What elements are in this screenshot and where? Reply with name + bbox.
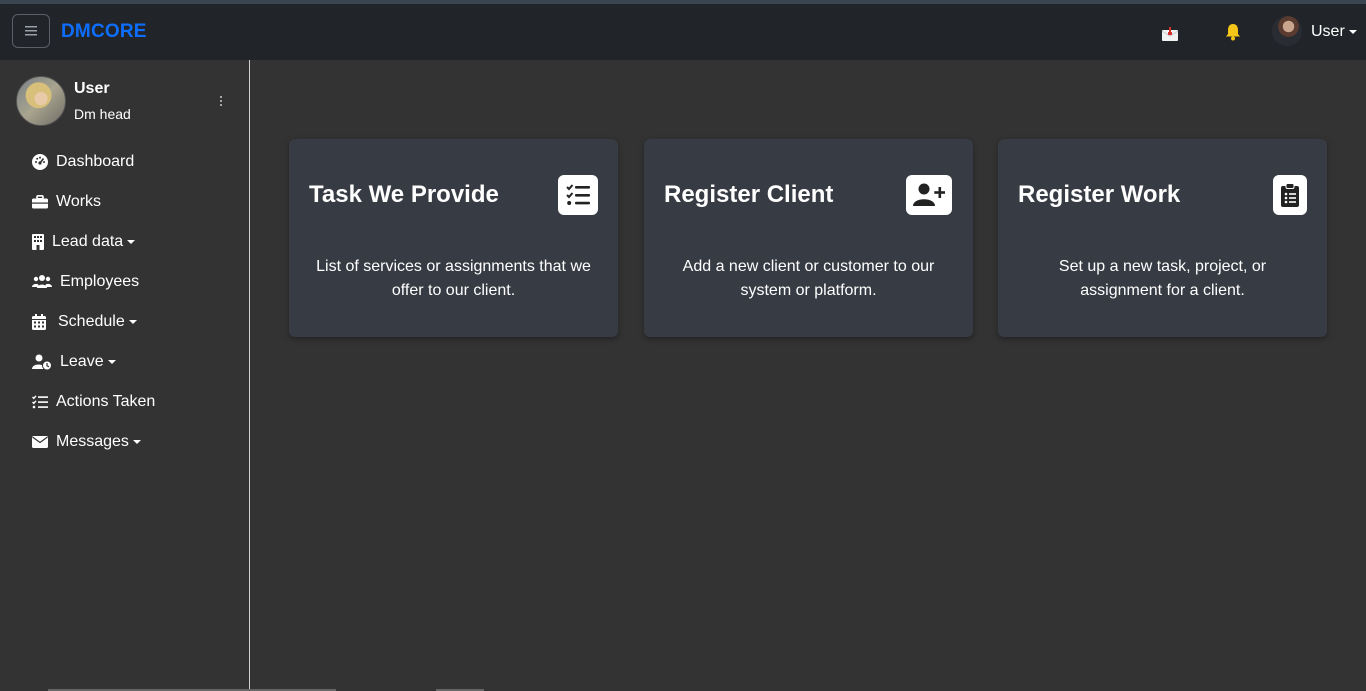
caret-down-icon — [107, 360, 116, 364]
caret-down-icon — [127, 240, 136, 244]
clipboard-list-icon — [1273, 175, 1307, 215]
list-check-icon — [32, 394, 52, 410]
sidebar-item-lead-data[interactable]: Lead data — [0, 222, 249, 262]
sidebar-item-label: Actions Taken — [56, 393, 156, 410]
user-avatar[interactable] — [1272, 16, 1302, 46]
user-menu-label: User — [1311, 23, 1345, 40]
card-title: Register Work — [1018, 181, 1181, 208]
briefcase-icon — [32, 194, 52, 210]
mail-notification-icon[interactable] — [1161, 26, 1179, 47]
profile-avatar — [16, 76, 66, 126]
card-title: Task We Provide — [309, 181, 499, 208]
sidebar-item-label: Works — [56, 193, 102, 210]
bell-notification-icon[interactable] — [1225, 23, 1241, 46]
sidebar-item-label: Messages — [56, 433, 129, 450]
profile-role: Dm head — [74, 106, 131, 122]
card-description: Set up a new task, project, or assignmen… — [1058, 258, 1267, 299]
sidebar-item-actions-taken[interactable]: Actions Taken — [0, 382, 249, 422]
card-task-we-provide[interactable]: Task We Provide List of services or assi… — [289, 139, 618, 337]
sidebar-item-works[interactable]: Works — [0, 182, 249, 222]
caret-down-icon — [132, 440, 141, 444]
sidebar-item-leave[interactable]: Leave — [0, 342, 249, 382]
top-navbar: DMCORE User — [0, 4, 1366, 60]
list-check-icon — [558, 175, 598, 215]
users-icon — [32, 274, 56, 290]
sidebar-toggle-button[interactable] — [12, 14, 50, 48]
user-menu-dropdown[interactable]: User — [1311, 23, 1357, 41]
user-clock-icon — [32, 354, 56, 370]
brand-logo-text[interactable]: DMCORE — [61, 21, 147, 43]
sidebar-item-label: Leave — [60, 353, 104, 370]
sidebar: User Dm head Dashboard Works Lead data E — [0, 60, 250, 691]
caret-down-icon — [128, 320, 137, 324]
card-register-client[interactable]: Register Client Add a new client or cust… — [644, 139, 973, 337]
sidebar-item-messages[interactable]: Messages — [0, 422, 249, 462]
caret-down-icon — [1348, 29, 1357, 34]
sidebar-item-employees[interactable]: Employees — [0, 262, 249, 302]
sidebar-item-label: Lead data — [52, 233, 124, 250]
calendar-icon — [32, 314, 54, 330]
card-description: Add a new client or customer to our syst… — [682, 258, 935, 299]
card-title: Register Client — [664, 181, 834, 208]
sidebar-item-dashboard[interactable]: Dashboard — [0, 142, 249, 182]
profile-name: User — [74, 80, 110, 97]
sidebar-item-label: Dashboard — [56, 153, 135, 170]
dashboard-gauge-icon — [32, 154, 52, 170]
envelope-icon — [32, 434, 52, 450]
building-icon — [32, 234, 48, 250]
card-description: List of services or assignments that we … — [316, 258, 591, 299]
user-plus-icon — [906, 175, 952, 215]
sidebar-item-schedule[interactable]: Schedule — [0, 302, 249, 342]
profile-options-icon[interactable] — [218, 96, 224, 108]
sidebar-item-label: Schedule — [58, 313, 125, 330]
sidebar-menu: Dashboard Works Lead data Employees Sche… — [0, 142, 249, 462]
card-register-work[interactable]: Register Work Set up a new task, project… — [998, 139, 1327, 337]
sidebar-item-label: Employees — [60, 273, 140, 290]
hamburger-icon — [25, 26, 37, 36]
